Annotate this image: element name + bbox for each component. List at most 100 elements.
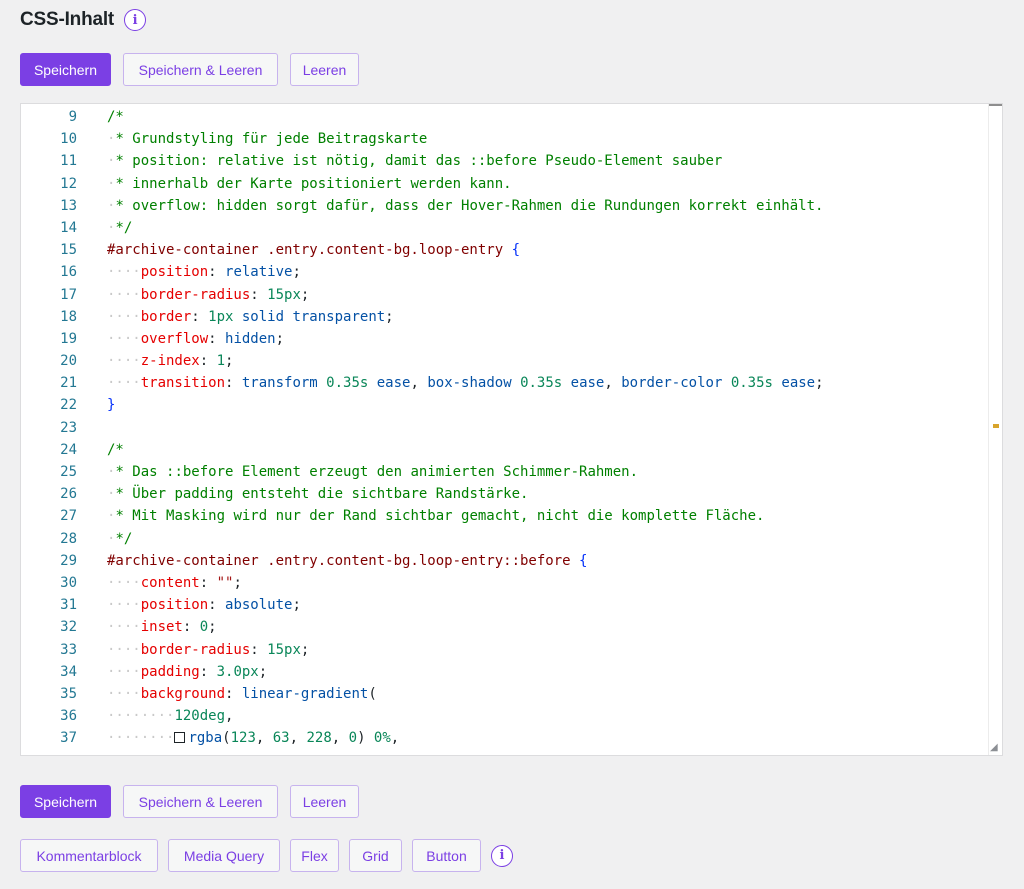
- flex-button[interactable]: Flex: [290, 839, 339, 872]
- code-token: :: [250, 641, 268, 658]
- code-token: }: [107, 397, 116, 414]
- line-number: 26: [60, 486, 77, 503]
- css-code-editor[interactable]: 9 /* 10 ·* Grundstyling für jede Beitragska…: [20, 103, 1003, 756]
- line-content: ····padding: 3.0px;: [87, 661, 267, 683]
- line-number: 27: [60, 508, 77, 525]
- comment-block-button[interactable]: Kommentarblock: [20, 839, 158, 872]
- line-content: ·* Über padding entsteht die sichtbare R…: [87, 483, 528, 505]
- line-number: 25: [60, 464, 77, 480]
- code-token: ····: [107, 597, 141, 614]
- info-icon[interactable]: i: [124, 9, 147, 31]
- code-token: ;: [292, 597, 301, 614]
- code-token: :: [182, 619, 200, 636]
- code-line[interactable]: 29 #archive-container .entry.content-bg.l…: [21, 550, 988, 572]
- code-line[interactable]: 33 ····border-radius: 15px;: [21, 639, 988, 661]
- code-token: 0%: [373, 730, 391, 747]
- top-button-row: Speichern Speichern & Leeren Leeren: [20, 53, 359, 86]
- code-token: * Mit Masking wird nur der Rand sichtbar…: [115, 508, 765, 525]
- code-line[interactable]: 25 ·* Das ::before Element erzeugt den an…: [21, 461, 988, 483]
- scrollbar-thumb[interactable]: [989, 104, 1002, 106]
- line-number: 9: [68, 109, 77, 125]
- line-number: 19: [60, 330, 77, 347]
- resize-handle-icon[interactable]: ◢: [990, 743, 1000, 753]
- code-token: ····: [107, 685, 141, 702]
- code-line[interactable]: 13 ·* overflow: hidden sorgt dafür, dass …: [21, 195, 988, 217]
- code-line[interactable]: 22}: [21, 394, 988, 416]
- media-query-button[interactable]: Media Query: [168, 839, 280, 872]
- line-number: 21: [60, 375, 77, 392]
- code-line[interactable]: 14 ·*/: [21, 217, 988, 239]
- snippet-info-icon[interactable]: i: [491, 844, 513, 867]
- code-line[interactable]: 11 ·* position: relative ist nötig, damit…: [21, 150, 988, 172]
- code-token: 0.35s: [520, 375, 563, 392]
- snippet-button-row: Kommentarblock Media Query Flex Grid But…: [20, 839, 513, 872]
- code-token: * Das ::before Element erzeugt den animi…: [115, 464, 639, 480]
- code-token: ;: [300, 641, 310, 658]
- code-line[interactable]: 26 ·* Über padding entsteht die sichtbare…: [21, 483, 988, 505]
- code-line[interactable]: 35 ····background: linear-gradient(: [21, 683, 988, 705]
- code-token: /*: [107, 109, 124, 125]
- code-area[interactable]: 9 /* 10 ·* Grundstyling für jede Beitragska…: [21, 106, 988, 755]
- code-line[interactable]: 32 ····inset: 0;: [21, 616, 988, 638]
- code-token: inset: [140, 619, 183, 636]
- code-line[interactable]: 34 ····padding: 3.0px;: [21, 661, 988, 683]
- line-content: /*: [87, 106, 124, 128]
- code-line[interactable]: 9 /*: [21, 106, 988, 128]
- code-line[interactable]: 15 #archive-container .entry.content-bg.l…: [21, 239, 988, 261]
- code-token: {: [511, 242, 521, 259]
- code-token: ····: [107, 330, 141, 347]
- code-line[interactable]: 12 ·* innerhalb der Karte positioniert we…: [21, 173, 988, 195]
- code-line[interactable]: 23: [21, 417, 988, 439]
- code-line[interactable]: 30 ····content: "";: [21, 572, 988, 594]
- code-token: ;: [258, 663, 268, 680]
- save-and-clear-button[interactable]: Speichern & Leeren: [123, 53, 278, 86]
- clear-button[interactable]: Leeren: [290, 53, 359, 86]
- code-token: ····: [107, 375, 141, 392]
- code-token: ····: [107, 308, 141, 325]
- line-number: 11: [60, 153, 77, 170]
- code-line[interactable]: 16 ····position: relative;: [21, 261, 988, 283]
- code-line[interactable]: 10 ·* Grundstyling für jede Beitragskarte: [21, 128, 988, 150]
- line-content: ····border-radius: 15px;: [87, 639, 309, 661]
- code-line[interactable]: 28 ·*/: [21, 528, 988, 550]
- save-button-bottom[interactable]: Speichern: [20, 785, 111, 818]
- code-token: :: [208, 264, 226, 281]
- code-line[interactable]: 20 ····z-index: 1;: [21, 350, 988, 372]
- color-swatch-icon[interactable]: [174, 732, 186, 744]
- save-and-clear-button-bottom[interactable]: Speichern & Leeren: [123, 785, 278, 818]
- code-token: ····: [107, 619, 141, 636]
- code-token: 15px: [267, 641, 301, 658]
- save-button[interactable]: Speichern: [20, 53, 111, 86]
- code-line[interactable]: 18 ····border: 1px solid transparent;: [21, 306, 988, 328]
- code-token: * Grundstyling für jede Beitragskarte: [115, 131, 428, 148]
- code-line[interactable]: 37 ········ rgba(123, 63, 228, 0) 0%,: [21, 727, 988, 749]
- code-token: background: [140, 685, 226, 702]
- code-token: (: [368, 685, 377, 702]
- line-number: 12: [60, 175, 77, 192]
- code-token: 228: [306, 730, 332, 747]
- code-token: :: [250, 286, 268, 303]
- button-snippet-button[interactable]: Button: [412, 839, 481, 872]
- code-token: padding: [140, 663, 200, 680]
- line-number: 13: [60, 197, 77, 214]
- editor-scrollbar[interactable]: [988, 104, 1002, 755]
- code-token: position: [140, 264, 209, 281]
- code-token: :: [208, 330, 226, 347]
- code-line[interactable]: 31 ····position: absolute;: [21, 594, 988, 616]
- code-line[interactable]: 24 /*: [21, 439, 988, 461]
- code-token: box-shadow: [427, 375, 521, 392]
- code-line[interactable]: 17 ····border-radius: 15px;: [21, 284, 988, 306]
- line-number: 15: [60, 242, 77, 259]
- code-token: 0.35s: [326, 375, 369, 392]
- line-number: 24: [60, 441, 77, 458]
- code-token: ,: [390, 730, 400, 747]
- code-token: ;: [225, 353, 234, 370]
- grid-button[interactable]: Grid: [349, 839, 402, 872]
- code-line[interactable]: 21 ····transition: transform 0.35s ease, …: [21, 372, 988, 394]
- code-line[interactable]: 27 ·* Mit Masking wird nur der Rand sicht…: [21, 505, 988, 527]
- code-line[interactable]: 36 ········120deg,: [21, 705, 988, 727]
- code-line[interactable]: 19 ····overflow: hidden;: [21, 328, 988, 350]
- code-token: ;: [815, 375, 824, 392]
- clear-button-bottom[interactable]: Leeren: [290, 785, 359, 818]
- code-token: ,: [331, 730, 349, 747]
